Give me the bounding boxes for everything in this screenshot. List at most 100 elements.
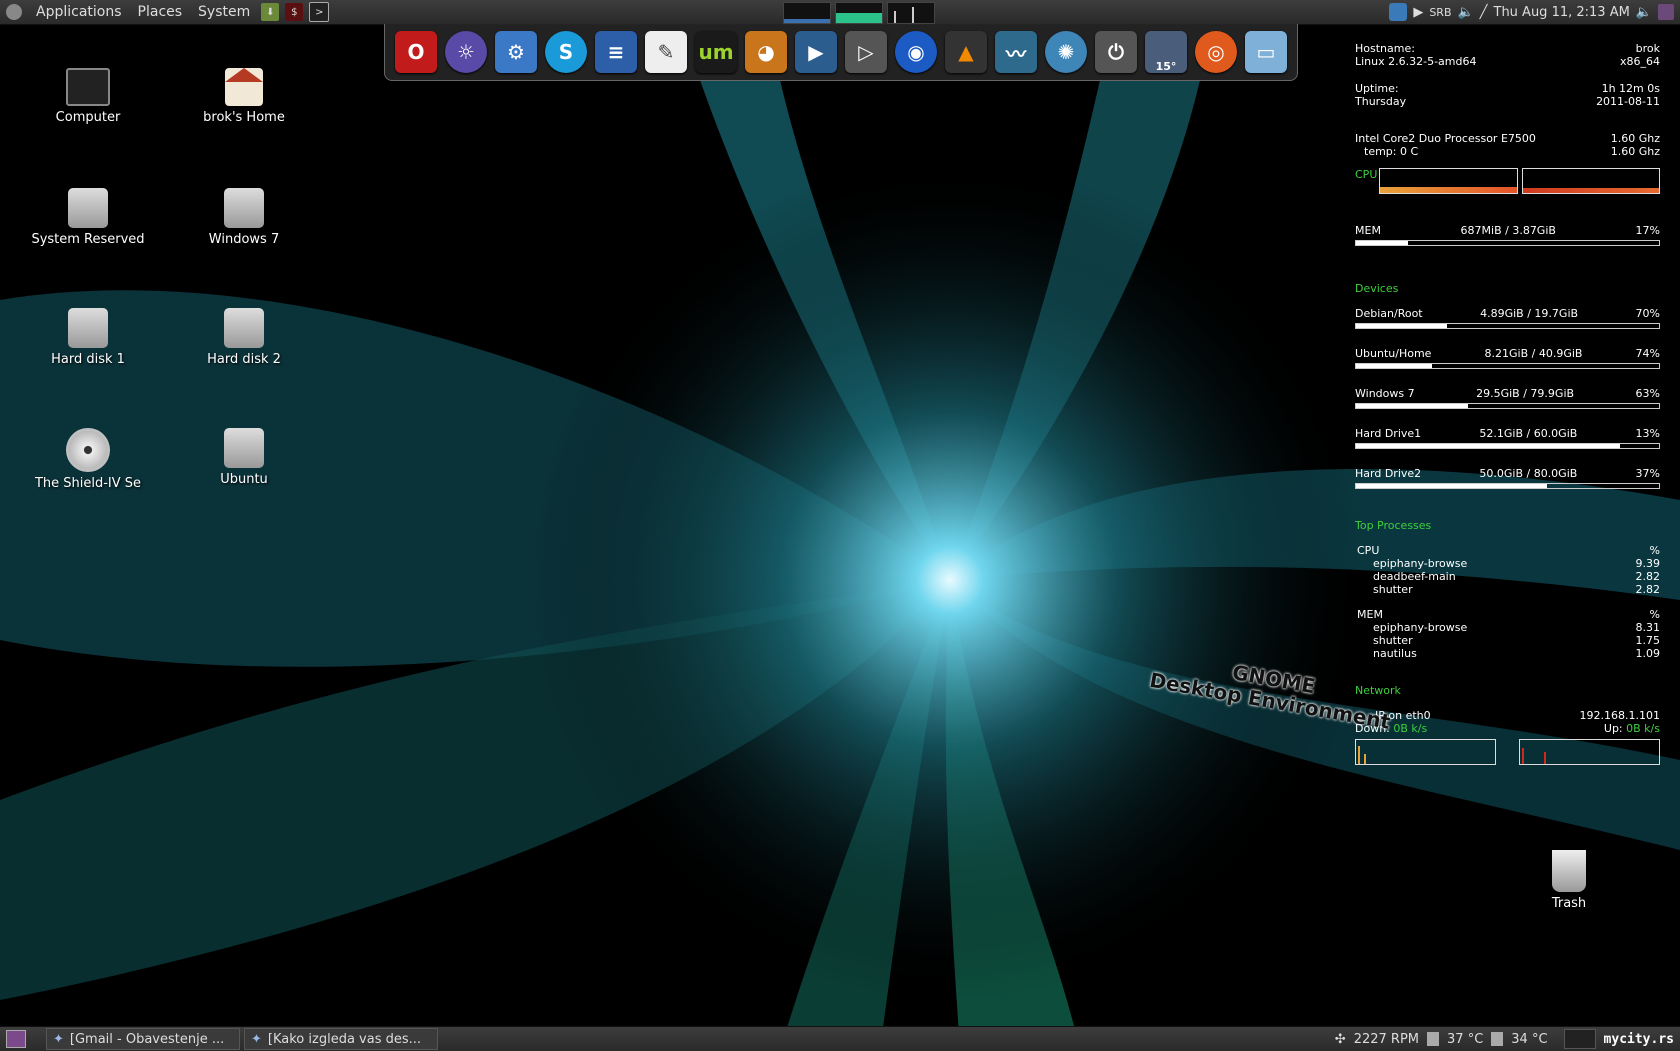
- desktop-icon-ubuntu[interactable]: Ubuntu: [169, 428, 319, 487]
- desktop-icon-windows7[interactable]: Windows 7: [169, 188, 319, 247]
- cpu-core1-graph: [1379, 168, 1518, 194]
- fan-speed: 2227 RPM: [1353, 1031, 1420, 1047]
- upload-graph: [1519, 739, 1660, 765]
- um-icon[interactable]: um: [695, 31, 737, 73]
- gnome-foot-icon[interactable]: [6, 4, 22, 20]
- device-entry: Hard Drive1 52.1GiB / 60.0GiB 13%: [1355, 427, 1660, 449]
- skype-icon[interactable]: S: [545, 31, 587, 73]
- watermark: mycity.rs: [1603, 1031, 1674, 1047]
- device-entry: Hard Drive2 50.0GiB / 80.0GiB 37%: [1355, 467, 1660, 489]
- applications-menu[interactable]: Applications: [28, 4, 130, 20]
- google-earth-icon[interactable]: ◉: [895, 31, 937, 73]
- desktop-icon-hard-disk-2[interactable]: Hard disk 2: [169, 308, 319, 367]
- device-percent: 13%: [1635, 427, 1660, 440]
- drive-icon: [68, 308, 108, 348]
- gimp-icon[interactable]: ◕: [745, 31, 787, 73]
- device-percent: 70%: [1635, 307, 1660, 320]
- taskbar-item[interactable]: ✦ [Gmail - Obavestenje ...: [46, 1028, 240, 1050]
- desktop-icon-label: Windows 7: [208, 232, 280, 247]
- browser-icon: ✦: [251, 1031, 262, 1047]
- terminal-icon[interactable]: >: [309, 2, 330, 22]
- process-value: 9.39: [1635, 557, 1661, 570]
- logout-icon[interactable]: [1658, 4, 1674, 20]
- process-row: deadbeef-main 2.82: [1357, 570, 1660, 583]
- network-section-label: Network: [1355, 684, 1401, 697]
- cpu-process-header: CPU: [1357, 544, 1380, 557]
- shutter-icon[interactable]: ✺: [1045, 31, 1087, 73]
- process-name: nautilus: [1373, 647, 1417, 660]
- device-bar-fill: [1356, 404, 1469, 408]
- terminal-icon[interactable]: $: [285, 3, 304, 21]
- process-row: shutter 2.82: [1357, 583, 1660, 596]
- hostname-label: Hostname:: [1355, 42, 1415, 55]
- desktop-icon-system-reserved[interactable]: System Reserved: [13, 188, 163, 247]
- device-usage: 29.5GiB / 79.9GiB: [1476, 387, 1575, 400]
- drive-icon: [224, 188, 264, 228]
- folder-icon[interactable]: ▭: [1245, 31, 1287, 73]
- arch-value: x86_64: [1619, 55, 1660, 68]
- drive-icon: [224, 428, 264, 468]
- browser-icon[interactable]: ☼: [445, 31, 487, 73]
- network-graph: [887, 2, 935, 24]
- desktop-icon-home[interactable]: brok's Home: [169, 68, 319, 125]
- clock[interactable]: Thu Aug 11, 2:13 AM: [1494, 5, 1630, 20]
- system-load-graphs: [781, 2, 937, 24]
- text-editor-icon[interactable]: ✎: [645, 31, 687, 73]
- weather-icon[interactable]: 15°: [1145, 31, 1187, 73]
- device-name: Debian/Root: [1355, 307, 1423, 320]
- device-bar-fill: [1356, 484, 1547, 488]
- desktop-icon-hard-disk-1[interactable]: Hard disk 1: [13, 308, 163, 367]
- volume-icon[interactable]: 🔈: [1457, 5, 1473, 20]
- process-name: epiphany-browse: [1373, 557, 1468, 570]
- app-tray-icon[interactable]: [1389, 3, 1408, 21]
- settings-icon[interactable]: ⚙: [495, 31, 537, 73]
- desktop-icon-label: Hard disk 1: [51, 352, 125, 367]
- system-monitor-icon[interactable]: 〰: [995, 31, 1037, 73]
- cpu-core2-graph: [1521, 168, 1660, 194]
- cpu-section-label: CPU: [1355, 168, 1378, 181]
- workspace-switcher[interactable]: [1563, 1029, 1596, 1049]
- drive-icon: [224, 308, 264, 348]
- desktop-icon-label: Hard disk 2: [207, 352, 281, 367]
- system-menu[interactable]: System: [190, 4, 258, 20]
- desktop-icon-dvd[interactable]: The Shield-IV Se: [13, 428, 163, 491]
- device-bar: [1355, 403, 1660, 409]
- hostname-value: brok: [1635, 42, 1660, 55]
- volume-icon[interactable]: 🔈: [1636, 5, 1652, 20]
- process-row: nautilus 1.09: [1357, 647, 1660, 660]
- process-name: deadbeef-main: [1373, 570, 1456, 583]
- opera-icon[interactable]: O: [395, 31, 437, 73]
- play-icon[interactable]: ▷: [845, 31, 887, 73]
- ip-value: 192.168.1.101: [1579, 709, 1660, 722]
- keyboard-layout-indicator[interactable]: SRB: [1429, 6, 1451, 19]
- desktop-icon-trash[interactable]: Trash: [1494, 850, 1644, 911]
- day-value: Thursday: [1355, 95, 1407, 108]
- writer-icon[interactable]: ≡: [595, 31, 637, 73]
- taskbar-item[interactable]: ✦ [Kako izgleda vas des...: [244, 1028, 438, 1050]
- video-player-icon[interactable]: ▶: [795, 31, 837, 73]
- process-name: shutter: [1373, 634, 1413, 647]
- device-bar: [1355, 443, 1660, 449]
- media-play-icon[interactable]: ▶: [1413, 5, 1423, 20]
- device-bar: [1355, 363, 1660, 369]
- temperature-icon: [1491, 1032, 1504, 1046]
- show-desktop-icon[interactable]: [6, 1030, 26, 1048]
- desktop-icon-computer[interactable]: Computer: [13, 68, 163, 125]
- network-icon[interactable]: ╱: [1480, 5, 1488, 20]
- desktop-icon-label: brok's Home: [203, 110, 285, 125]
- device-percent: 37%: [1635, 467, 1660, 480]
- download-graph: [1355, 739, 1496, 765]
- cpu-frequency: 1.60 Ghz: [1610, 132, 1660, 145]
- percent-header: %: [1649, 544, 1660, 557]
- cpu-graph: [783, 2, 831, 24]
- places-menu[interactable]: Places: [130, 4, 191, 20]
- device-usage: 4.89GiB / 19.7GiB: [1480, 307, 1579, 320]
- power-icon[interactable]: ⏻: [1095, 31, 1137, 73]
- vlc-icon[interactable]: ▲: [945, 31, 987, 73]
- temperature-1: 37 °C: [1447, 1031, 1484, 1047]
- dock: O ☼ ⚙ S ≡ ✎ um ◕ ▶ ▷ ◉ ▲ 〰 ✺ ⏻ 15° ◎ ▭: [384, 24, 1298, 81]
- installer-icon[interactable]: ⬇: [261, 3, 280, 21]
- percent-header: %: [1649, 608, 1660, 621]
- conky-system-monitor: Hostname: brok Linux 2.6.32-5-amd64 x86_64…: [1355, 42, 1660, 765]
- ubuntu-icon[interactable]: ◎: [1195, 31, 1237, 73]
